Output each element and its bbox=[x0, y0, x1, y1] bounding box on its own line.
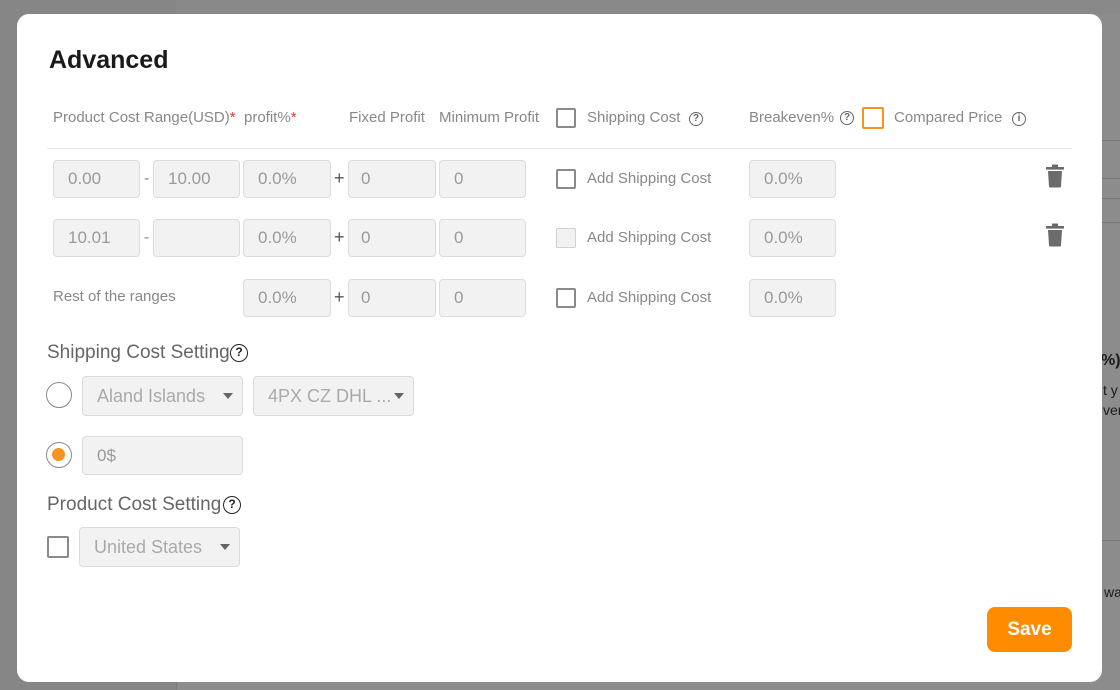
header-cost-range-label: Product Cost Range(USD) bbox=[53, 109, 230, 126]
header-breakeven: Breakeven% bbox=[749, 109, 835, 126]
breakeven-help-icon[interactable]: ? bbox=[840, 111, 854, 125]
header-shipping-cost: Shipping Cost bbox=[587, 109, 681, 126]
add-shipping-cost-checkbox[interactable] bbox=[556, 228, 576, 248]
range-max-input[interactable] bbox=[153, 219, 240, 257]
save-button[interactable]: Save bbox=[987, 607, 1072, 652]
compared-price-info-icon[interactable]: i bbox=[1012, 112, 1026, 126]
rest-of-ranges-label: Rest of the ranges bbox=[53, 288, 176, 305]
fixed-profit-input[interactable]: 0 bbox=[348, 219, 436, 257]
fixed-shipping-input[interactable]: 0$ bbox=[82, 436, 243, 475]
minimum-profit-input[interactable]: 0 bbox=[439, 219, 526, 257]
product-cost-setting-title: Product Cost Setting bbox=[47, 494, 222, 515]
advanced-modal: Advanced Product Cost Range(USD)* profit… bbox=[17, 14, 1102, 682]
shipping-method-select[interactable]: 4PX CZ DHL ... bbox=[253, 376, 414, 416]
header-profit-pct: profit%* bbox=[244, 109, 297, 126]
header-compared-price: Compared Price bbox=[894, 109, 1003, 126]
add-shipping-cost-label: Add Shipping Cost bbox=[587, 229, 712, 246]
required-mark: * bbox=[229, 109, 236, 126]
product-cost-setting-help-icon[interactable]: ? bbox=[223, 496, 241, 514]
plus-sign: + bbox=[334, 168, 345, 188]
breakeven-input[interactable]: 0.0% bbox=[749, 279, 836, 317]
header-minimum-profit: Minimum Profit bbox=[439, 109, 540, 126]
shipping-cost-header-checkbox[interactable] bbox=[556, 108, 576, 128]
add-shipping-cost-checkbox[interactable] bbox=[556, 169, 576, 189]
breakeven-input[interactable]: 0.0% bbox=[749, 160, 836, 198]
shipping-cost-setting-help-icon[interactable]: ? bbox=[230, 344, 248, 362]
range-max-input[interactable]: 10.00 bbox=[153, 160, 240, 198]
header-profit-pct-label: profit% bbox=[244, 109, 291, 126]
shipping-cost-setting-title: Shipping Cost Setting bbox=[47, 342, 230, 363]
header-divider bbox=[47, 148, 1072, 149]
shipping-by-country-radio[interactable] bbox=[46, 382, 72, 408]
modal-title: Advanced bbox=[49, 46, 169, 74]
trash-icon[interactable] bbox=[1046, 164, 1064, 188]
compared-price-checkbox[interactable] bbox=[862, 107, 884, 129]
chevron-down-icon bbox=[223, 393, 233, 399]
breakeven-input[interactable]: 0.0% bbox=[749, 219, 836, 257]
required-mark: * bbox=[290, 109, 297, 126]
header-fixed-profit: Fixed Profit bbox=[349, 109, 425, 126]
range-dash: - bbox=[144, 229, 150, 246]
product-cost-country-value: United States bbox=[94, 537, 203, 557]
profit-pct-input[interactable]: 0.0% bbox=[243, 279, 331, 317]
header-cost-range: Product Cost Range(USD)* bbox=[53, 109, 236, 126]
fixed-profit-input[interactable]: 0 bbox=[348, 279, 436, 317]
shipping-cost-help-icon[interactable]: ? bbox=[689, 112, 703, 126]
range-min-input[interactable]: 10.01 bbox=[53, 219, 140, 257]
range-dash: - bbox=[144, 170, 150, 187]
add-shipping-cost-label: Add Shipping Cost bbox=[587, 170, 712, 187]
chevron-down-icon bbox=[220, 544, 230, 550]
product-cost-setting-checkbox[interactable] bbox=[47, 536, 69, 558]
product-cost-country-select[interactable]: United States bbox=[79, 527, 240, 567]
shipping-country-select[interactable]: Aland Islands bbox=[82, 376, 243, 416]
shipping-method-value: 4PX CZ DHL ... bbox=[268, 386, 392, 406]
trash-icon[interactable] bbox=[1046, 223, 1064, 247]
range-min-input[interactable]: 0.00 bbox=[53, 160, 140, 198]
fixed-shipping-radio[interactable] bbox=[46, 442, 72, 468]
minimum-profit-input[interactable]: 0 bbox=[439, 279, 526, 317]
add-shipping-cost-label: Add Shipping Cost bbox=[587, 289, 712, 306]
add-shipping-cost-checkbox[interactable] bbox=[556, 288, 576, 308]
fixed-profit-input[interactable]: 0 bbox=[348, 160, 436, 198]
chevron-down-icon bbox=[394, 393, 404, 399]
profit-pct-input[interactable]: 0.0% bbox=[243, 160, 331, 198]
plus-sign: + bbox=[334, 287, 345, 307]
minimum-profit-input[interactable]: 0 bbox=[439, 160, 526, 198]
profit-pct-input[interactable]: 0.0% bbox=[243, 219, 331, 257]
plus-sign: + bbox=[334, 227, 345, 247]
shipping-country-value: Aland Islands bbox=[97, 386, 206, 406]
